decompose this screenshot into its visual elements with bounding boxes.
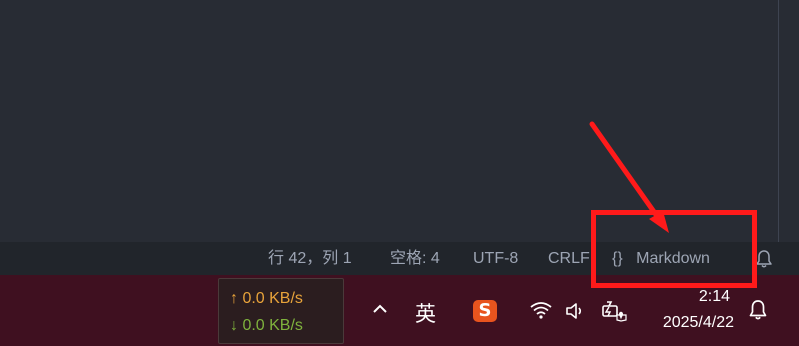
clock-time[interactable]: 2:14 [690,288,730,306]
line-ending-setting[interactable]: CRLF [548,242,590,275]
scrollbar-track[interactable] [778,0,779,242]
indentation-setting[interactable]: 空格: 4 [390,242,440,275]
battery-charging-icon[interactable] [601,300,627,322]
wifi-icon[interactable] [529,300,553,320]
volume-icon[interactable] [565,301,587,321]
editor-area[interactable] [0,0,799,242]
notification-bell-icon[interactable] [747,299,769,321]
encoding-setting[interactable]: UTF-8 [473,242,518,275]
sogou-ime-icon[interactable]: S [473,300,497,322]
cursor-position[interactable]: 行 42，列 1 [268,242,352,275]
clock-date[interactable]: 2025/4/22 [650,314,734,332]
network-speed-widget[interactable]: ↑ 0.0 KB/s ↓ 0.0 KB/s [218,278,344,344]
download-speed: ↓ 0.0 KB/s [230,317,303,334]
ime-language-indicator[interactable]: 英 [415,298,436,328]
annotation-highlight-box [591,210,757,288]
upload-speed: ↑ 0.0 KB/s [230,290,303,307]
bell-icon[interactable] [754,249,774,269]
chevron-up-icon[interactable] [370,299,390,319]
